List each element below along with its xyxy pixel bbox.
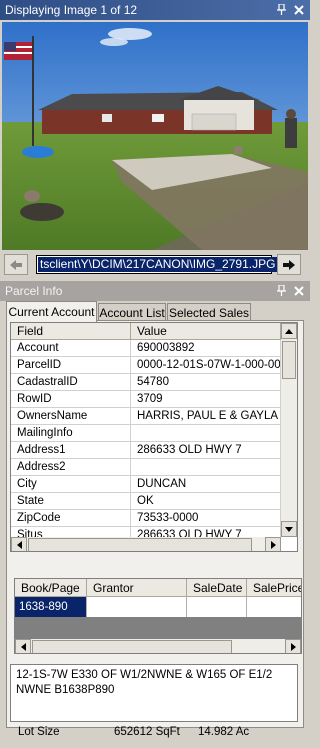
- field-value-cell[interactable]: 286633 OLD HWY 7: [131, 442, 281, 459]
- chevron-right-icon: [270, 541, 276, 549]
- chevron-left-icon: [16, 541, 22, 549]
- field-name-cell: ZipCode: [11, 510, 131, 527]
- table-row[interactable]: Address1 286633 OLD HWY 7: [11, 442, 281, 459]
- parcel-info-titlebar: Parcel Info: [0, 281, 310, 301]
- scroll-left-button[interactable]: [15, 639, 31, 653]
- table-row[interactable]: MailingInfo: [11, 425, 281, 442]
- arrow-right-icon: [283, 259, 295, 270]
- field-value-cell[interactable]: HARRIS, PAUL E & GAYLA: [131, 408, 281, 425]
- field-value-cell[interactable]: 690003892: [131, 340, 281, 357]
- image-viewer-titlebar: Displaying Image 1 of 12: [0, 0, 310, 20]
- field-name-cell: OwnersName: [11, 408, 131, 425]
- parcel-info-title: Parcel Info: [5, 284, 63, 298]
- column-header-sale-date[interactable]: SaleDate: [187, 579, 247, 597]
- field-value-cell[interactable]: 73533-0000: [131, 510, 281, 527]
- chevron-up-icon: [285, 328, 293, 334]
- lot-size-bar: Lot Size 652612 SqFt 14.982 Ac: [14, 726, 302, 742]
- field-name-cell: Account: [11, 340, 131, 357]
- chevron-left-icon: [20, 643, 26, 651]
- field-name-cell: ParcelID: [11, 357, 131, 374]
- field-value-cell[interactable]: DUNCAN: [131, 476, 281, 493]
- table-row[interactable]: City DUNCAN: [11, 476, 281, 493]
- vertical-scrollbar[interactable]: [281, 323, 297, 537]
- table-row[interactable]: ParcelID 0000-12-01S-07W-1-000-00: [11, 357, 281, 374]
- sales-cell-sale-date[interactable]: [187, 597, 247, 617]
- grid-header: Field Value: [11, 323, 281, 340]
- field-name-cell: MailingInfo: [11, 425, 131, 442]
- pin-icon[interactable]: [276, 3, 287, 16]
- field-name-cell: City: [11, 476, 131, 493]
- tab-selected-sales[interactable]: Selected Sales: [167, 303, 251, 321]
- column-header-book-page[interactable]: Book/Page: [15, 579, 87, 597]
- sales-cell-book-page[interactable]: 1638-890: [15, 597, 87, 617]
- image-viewer-title: Displaying Image 1 of 12: [5, 3, 138, 17]
- lot-size-acres: 14.982 Ac: [198, 726, 250, 738]
- lot-size-label: Lot Size: [18, 726, 60, 738]
- image-nav-bar: tsclient\Y\DCIM\217CANON\IMG_2791.JPG: [2, 252, 308, 278]
- table-row[interactable]: CadastralID 54780: [11, 374, 281, 391]
- lot-size-sqft: 652612 SqFt: [114, 726, 180, 738]
- table-row[interactable]: State OK: [11, 493, 281, 510]
- scroll-thumb[interactable]: [282, 341, 296, 379]
- sales-grid[interactable]: Book/Page Grantor SaleDate SalePrice 163…: [14, 578, 302, 654]
- table-row[interactable]: Address2: [11, 459, 281, 476]
- property-photo: [2, 22, 308, 250]
- previous-image-button[interactable]: [4, 254, 28, 275]
- arrow-left-icon: [10, 259, 22, 270]
- field-value-cell[interactable]: 0000-12-01S-07W-1-000-00: [131, 357, 281, 374]
- field-value-cell[interactable]: 3709: [131, 391, 281, 408]
- field-name-cell: RowID: [11, 391, 131, 408]
- tab-account-list[interactable]: Account List: [98, 303, 166, 321]
- table-row[interactable]: RowID 3709: [11, 391, 281, 408]
- field-name-cell: CadastralID: [11, 374, 131, 391]
- scroll-left-button[interactable]: [11, 537, 27, 551]
- column-header-grantor[interactable]: Grantor: [87, 579, 187, 597]
- table-row[interactable]: Account 690003892: [11, 340, 281, 357]
- legal-description: 12-1S-7W E330 OF W1/2NWNE & W165 OF E1/2…: [10, 664, 298, 722]
- chevron-right-icon: [290, 643, 296, 651]
- scroll-down-button[interactable]: [281, 521, 297, 537]
- next-image-button[interactable]: [277, 254, 301, 275]
- close-icon[interactable]: [293, 284, 304, 297]
- column-header-field[interactable]: Field: [11, 323, 131, 340]
- chevron-down-icon: [285, 526, 293, 532]
- scroll-right-button[interactable]: [265, 537, 281, 551]
- sales-cell-grantor[interactable]: [87, 597, 187, 617]
- column-header-sale-price[interactable]: SalePrice: [247, 579, 301, 597]
- sales-grid-header: Book/Page Grantor SaleDate SalePrice: [15, 579, 301, 597]
- sales-cell-sale-price[interactable]: [247, 597, 301, 617]
- image-path-text: tsclient\Y\DCIM\217CANON\IMG_2791.JPG: [38, 257, 278, 272]
- sales-row[interactable]: 1638-890: [15, 597, 301, 617]
- pin-icon[interactable]: [276, 284, 287, 297]
- table-row[interactable]: ZipCode 73533-0000: [11, 510, 281, 527]
- image-path-field[interactable]: tsclient\Y\DCIM\217CANON\IMG_2791.JPG: [36, 255, 278, 274]
- app-root: Displaying Image 1 of 12 tsclient\Y\DCIM…: [0, 0, 310, 748]
- field-value-cell[interactable]: [131, 425, 281, 442]
- field-name-cell: Address2: [11, 459, 131, 476]
- sales-horizontal-scrollbar[interactable]: [15, 639, 301, 653]
- horizontal-scrollbar[interactable]: [11, 537, 281, 551]
- scroll-up-button[interactable]: [281, 323, 297, 339]
- account-fields-grid[interactable]: Field Value Account 690003892 ParcelID 0000…: [10, 322, 298, 552]
- tab-current-account[interactable]: Current Account: [6, 301, 97, 322]
- field-value-cell[interactable]: [131, 459, 281, 476]
- table-row[interactable]: OwnersName HARRIS, PAUL E & GAYLA: [11, 408, 281, 425]
- scroll-right-button[interactable]: [285, 639, 301, 653]
- field-value-cell[interactable]: OK: [131, 493, 281, 510]
- close-icon[interactable]: [293, 3, 304, 16]
- column-header-value[interactable]: Value: [131, 323, 281, 340]
- field-value-cell[interactable]: 54780: [131, 374, 281, 391]
- field-name-cell: Address1: [11, 442, 131, 459]
- scroll-thumb[interactable]: [28, 538, 252, 551]
- scroll-thumb[interactable]: [32, 640, 232, 653]
- field-name-cell: State: [11, 493, 131, 510]
